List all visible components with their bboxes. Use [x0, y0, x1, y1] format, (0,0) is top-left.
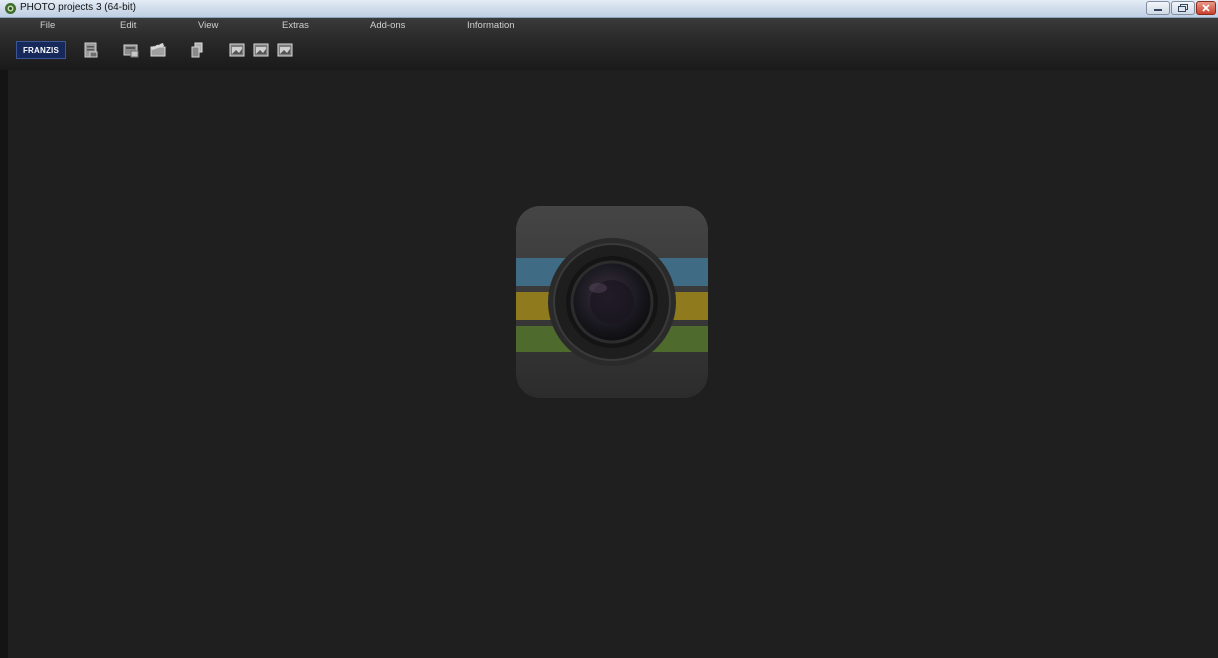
title-bar: PHOTO projects 3 (64-bit): [0, 0, 1218, 18]
app-bar: File Edit View Extras Add-ons Informatio…: [0, 18, 1218, 72]
close-icon: [1197, 2, 1215, 14]
slideshow-icon[interactable]: [149, 41, 167, 59]
minimize-icon: [1147, 2, 1169, 14]
new-project-icon[interactable]: [82, 41, 100, 59]
minimize-button[interactable]: [1146, 1, 1170, 15]
export-image-icon-2[interactable]: [252, 41, 270, 59]
menu-edit[interactable]: Edit: [120, 20, 136, 31]
app-icon: [5, 3, 16, 14]
window-title: PHOTO projects 3 (64-bit): [20, 2, 136, 13]
toolbar: FRANZIS: [0, 36, 1218, 68]
export-image-icon-3[interactable]: [276, 41, 294, 59]
franzis-logo-button[interactable]: FRANZIS: [16, 41, 66, 59]
camera-lens-logo: [516, 206, 708, 398]
left-border: [0, 70, 8, 658]
menu-view[interactable]: View: [198, 20, 218, 31]
menu-file[interactable]: File: [40, 20, 55, 31]
window-controls: [1146, 1, 1216, 16]
menu-bar: File Edit View Extras Add-ons Informatio…: [0, 18, 1218, 36]
export-image-icon-1[interactable]: [228, 41, 246, 59]
close-button[interactable]: [1196, 1, 1216, 15]
menu-information[interactable]: Information: [467, 20, 515, 31]
copy-icon[interactable]: [188, 41, 206, 59]
open-project-icon[interactable]: [122, 41, 140, 59]
maximize-button[interactable]: [1171, 1, 1195, 15]
menu-extras[interactable]: Extras: [282, 20, 309, 31]
maximize-icon: [1172, 2, 1194, 14]
menu-add-ons[interactable]: Add-ons: [370, 20, 405, 31]
